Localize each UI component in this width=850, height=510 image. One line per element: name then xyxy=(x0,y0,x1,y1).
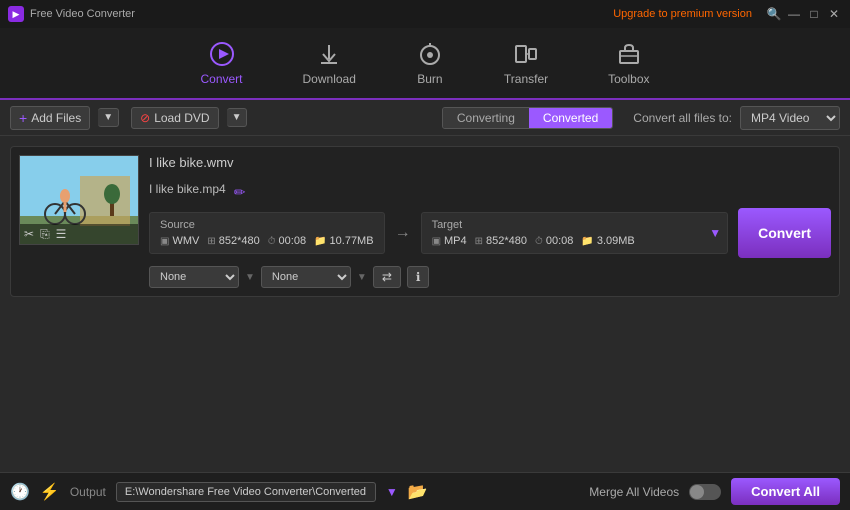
add-files-label: Add Files xyxy=(31,111,81,125)
tab-group: Converting Converted xyxy=(442,107,613,129)
scissors-icon[interactable]: ✂ xyxy=(24,227,34,241)
title-bar-left: ▶ Free Video Converter xyxy=(8,6,135,22)
nav-toolbox-label: Toolbox xyxy=(608,72,649,86)
folder-button[interactable]: 📂 xyxy=(408,482,428,502)
video-thumbnail: ✂ ⎘ ☰ xyxy=(19,155,139,245)
burn-icon xyxy=(416,40,444,68)
close-button[interactable]: ✕ xyxy=(826,6,842,22)
load-dvd-label: Load DVD xyxy=(154,111,209,125)
nav-convert[interactable]: Convert xyxy=(190,34,252,92)
source-resolution: ⊞ 852*480 xyxy=(207,235,259,247)
convert-all-button[interactable]: Convert All xyxy=(731,478,840,505)
format-icon: ▣ xyxy=(160,236,169,247)
target-dur-icon: ⏱ xyxy=(535,236,543,247)
nav-download[interactable]: Download xyxy=(293,34,366,92)
format-select[interactable]: MP4 Video AVI Video MKV Video MOV Video xyxy=(740,106,840,130)
nav-convert-label: Convert xyxy=(200,72,242,86)
load-dvd-dropdown[interactable]: ▼ xyxy=(227,108,248,127)
transfer-icon xyxy=(512,40,540,68)
target-res-icon: ⊞ xyxy=(475,236,483,247)
nav-transfer-label: Transfer xyxy=(504,72,548,86)
download-icon xyxy=(315,40,343,68)
copy-icon[interactable]: ⎘ xyxy=(40,227,50,242)
source-box: Source ▣ WMV ⊞ 852*480 ⏱ 00:08 xyxy=(149,212,385,254)
maximize-button[interactable]: □ xyxy=(806,6,822,22)
merge-label: Merge All Videos xyxy=(589,485,679,499)
effect-select-1[interactable]: None xyxy=(149,266,239,288)
effect-arrow-2: ▼ xyxy=(357,272,367,283)
convert-icon xyxy=(208,40,236,68)
nav-download-label: Download xyxy=(303,72,356,86)
add-files-button[interactable]: + Add Files xyxy=(10,106,90,130)
source-label: Source xyxy=(160,219,374,231)
flash-icon[interactable]: ⚡ xyxy=(40,482,60,502)
output-label: Output xyxy=(70,485,106,499)
toolbox-icon xyxy=(615,40,643,68)
file-info: I like bike.wmv I like bike.mp4 ✏ Source… xyxy=(149,155,831,288)
merge-toggle[interactable] xyxy=(689,484,721,500)
duration-icon: ⏱ xyxy=(268,236,276,247)
app-title: Free Video Converter xyxy=(30,8,135,20)
thumb-controls: ✂ ⎘ ☰ xyxy=(20,224,138,244)
dvd-icon: ⊘ xyxy=(140,111,150,125)
source-format: ▣ WMV xyxy=(160,235,199,247)
history-icon[interactable]: 🕐 xyxy=(10,482,30,502)
source-details: ▣ WMV ⊞ 852*480 ⏱ 00:08 📁 xyxy=(160,235,374,247)
nav-burn[interactable]: Burn xyxy=(406,34,454,92)
target-filename: I like bike.mp4 xyxy=(149,182,226,196)
target-label: Target xyxy=(432,219,718,231)
edit-icon[interactable]: ✏ xyxy=(234,184,246,201)
expand-icon[interactable]: ▼ xyxy=(709,226,721,240)
effect-arrow-1: ▼ xyxy=(245,272,255,283)
title-bar: ▶ Free Video Converter Upgrade to premiu… xyxy=(0,0,850,28)
target-box: Target ▣ MP4 ⊞ 852*480 ⏱ 00:08 xyxy=(421,212,729,254)
nav-burn-label: Burn xyxy=(417,72,442,86)
file-row: ✂ ⎘ ☰ I like bike.wmv I like bike.mp4 ✏ … xyxy=(10,146,840,297)
target-details: ▣ MP4 ⊞ 852*480 ⏱ 00:08 📁 xyxy=(432,235,718,247)
title-bar-right: Upgrade to premium version 🔍 — □ ✕ xyxy=(613,6,842,22)
effect-select-2[interactable]: None xyxy=(261,266,351,288)
list-icon[interactable]: ☰ xyxy=(56,227,67,241)
tab-converting[interactable]: Converting xyxy=(443,108,529,128)
target-format: ▣ MP4 xyxy=(432,235,467,247)
target-size-icon: 📁 xyxy=(581,236,593,247)
minimize-button[interactable]: — xyxy=(786,6,802,22)
source-target-row: Source ▣ WMV ⊞ 852*480 ⏱ 00:08 xyxy=(149,208,831,258)
plus-icon: + xyxy=(19,110,27,126)
target-size: 📁 3.09MB xyxy=(581,235,634,247)
convert-all-files-label: Convert all files to: xyxy=(633,111,732,125)
output-dropdown[interactable]: ▼ xyxy=(386,485,398,499)
convert-button[interactable]: Convert xyxy=(738,208,831,258)
load-dvd-button[interactable]: ⊘ Load DVD xyxy=(131,107,218,129)
tab-converted[interactable]: Converted xyxy=(529,108,612,128)
toolbar: + Add Files ▼ ⊘ Load DVD ▼ Converting Co… xyxy=(0,100,850,136)
target-name-row: I like bike.mp4 ✏ xyxy=(149,182,831,202)
nav-bar: Convert Download Burn xyxy=(0,28,850,100)
upgrade-link[interactable]: Upgrade to premium version xyxy=(613,8,752,20)
toggle-knob xyxy=(690,485,704,499)
file-name-row: I like bike.wmv xyxy=(149,155,831,176)
effect-info-btn[interactable]: ℹ xyxy=(407,266,430,288)
source-size: 📁 10.77MB xyxy=(314,235,373,247)
target-resolution: ⊞ 852*480 xyxy=(475,235,527,247)
nav-transfer[interactable]: Transfer xyxy=(494,34,558,92)
output-path: E:\Wondershare Free Video Converter\Conv… xyxy=(116,482,376,502)
bottom-bar: 🕐 ⚡ Output E:\Wondershare Free Video Con… xyxy=(0,472,850,510)
nav-toolbox[interactable]: Toolbox xyxy=(598,34,659,92)
app-icon: ▶ xyxy=(8,6,24,22)
search-button[interactable]: 🔍 xyxy=(766,6,782,22)
effect-row: None ▼ None ▼ ⇄ ℹ xyxy=(149,266,831,288)
source-duration: ⏱ 00:08 xyxy=(268,235,306,247)
target-duration: ⏱ 00:08 xyxy=(535,235,573,247)
arrow-icon: → xyxy=(395,224,411,242)
effect-merge-btn[interactable]: ⇄ xyxy=(373,266,401,288)
resolution-icon: ⊞ xyxy=(207,236,215,247)
source-filename: I like bike.wmv xyxy=(149,155,234,170)
size-icon: 📁 xyxy=(314,236,326,247)
add-files-dropdown[interactable]: ▼ xyxy=(98,108,119,127)
target-format-icon: ▣ xyxy=(432,236,441,247)
main-content: ✂ ⎘ ☰ I like bike.wmv I like bike.mp4 ✏ … xyxy=(0,136,850,472)
